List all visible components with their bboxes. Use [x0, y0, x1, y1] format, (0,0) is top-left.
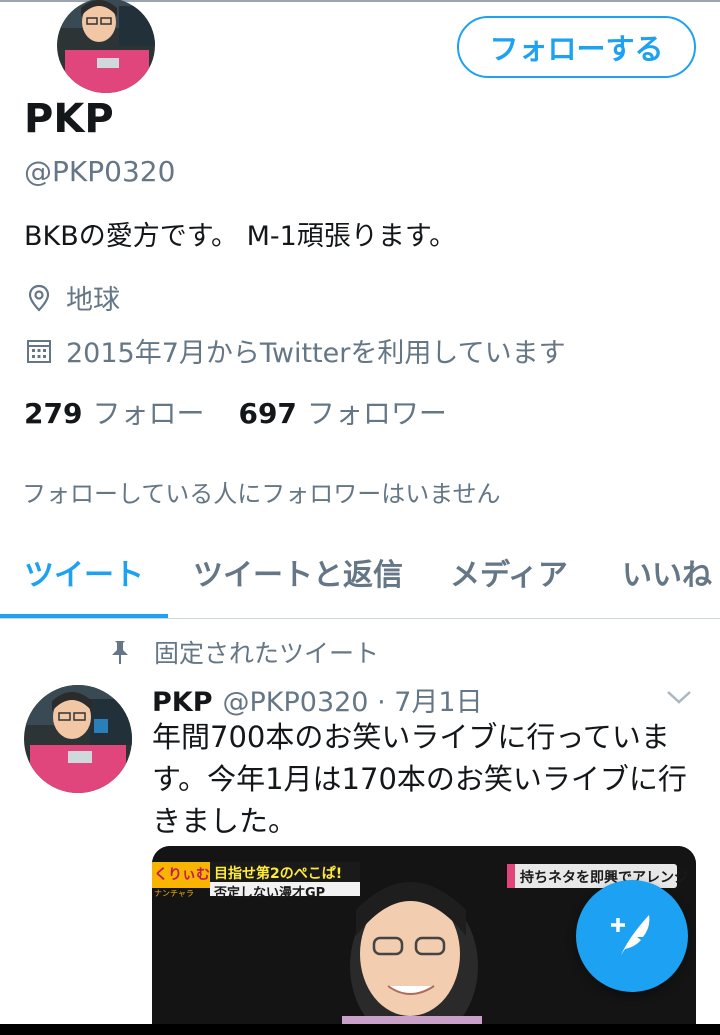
pinned-tweet-indicator: 固定されたツイート: [108, 634, 379, 670]
location-text: 地球: [66, 285, 120, 316]
media-caption-main: 否定しない漫才GP: [214, 886, 326, 901]
chevron-down-icon[interactable]: [664, 686, 694, 708]
tab-media[interactable]: メディア: [450, 550, 568, 594]
media-caption-right: 持ちネタを即興でアレンジ: [520, 870, 688, 886]
no-mutual-followers-text: フォローしている人にフォロワーはいません: [22, 480, 501, 508]
following-count: 279: [24, 397, 83, 430]
tab-tweets-and-replies[interactable]: ツイートと返信: [193, 550, 403, 594]
followers-count: 697: [238, 397, 297, 430]
tabs-divider: [0, 618, 720, 619]
compose-tweet-icon: [605, 907, 659, 965]
location-pin-icon: [24, 283, 54, 313]
profile-handle: @PKP0320: [24, 155, 176, 188]
profile-tabs: ツイート ツイートと返信 メディア いいね: [0, 538, 720, 620]
follow-button[interactable]: フォローする: [457, 16, 696, 78]
follow-counts: 279 フォロー 697 フォロワー: [24, 392, 481, 432]
followers-label: フォロワー: [306, 397, 447, 430]
media-caption-top: 目指せ第2のぺこぱ!: [214, 866, 343, 882]
calendar-icon: [24, 336, 54, 366]
profile-bio: BKBの愛方です。 M-1頑張ります。: [24, 221, 457, 252]
bottom-system-bar: [0, 1024, 720, 1035]
joined-text: 2015年7月からTwitterを利用しています: [66, 338, 566, 369]
following-label: フォロー: [92, 397, 205, 430]
pin-icon: [108, 637, 132, 667]
tweet-author-avatar[interactable]: [24, 685, 132, 793]
profile-avatar[interactable]: [57, 0, 155, 93]
tweet-header: PKP @PKP0320 · 7月1日: [152, 680, 483, 719]
tweet-author-handle-date[interactable]: @PKP0320 · 7月1日: [223, 680, 483, 719]
tweet-author-name[interactable]: PKP: [152, 687, 213, 718]
profile-location: 地球: [24, 278, 120, 317]
media-caption-sub: ナンチャラ: [154, 889, 194, 898]
tab-tweets[interactable]: ツイート: [24, 550, 144, 594]
tweet-text: 年間700本のお笑いライブに行っています。今年1月は170本のお笑いライブに行き…: [152, 720, 687, 838]
pinned-label: 固定されたツイート: [154, 639, 380, 668]
profile-joined: 2015年7月からTwitterを利用しています: [24, 331, 566, 370]
followers-link[interactable]: 697 フォロワー: [238, 392, 480, 432]
tab-likes[interactable]: いいね: [622, 550, 712, 594]
profile-name: PKP: [24, 96, 114, 142]
media-caption-left: くりぃむ: [154, 867, 210, 883]
following-link[interactable]: 279 フォロー: [24, 392, 238, 432]
compose-tweet-button[interactable]: [576, 880, 688, 992]
